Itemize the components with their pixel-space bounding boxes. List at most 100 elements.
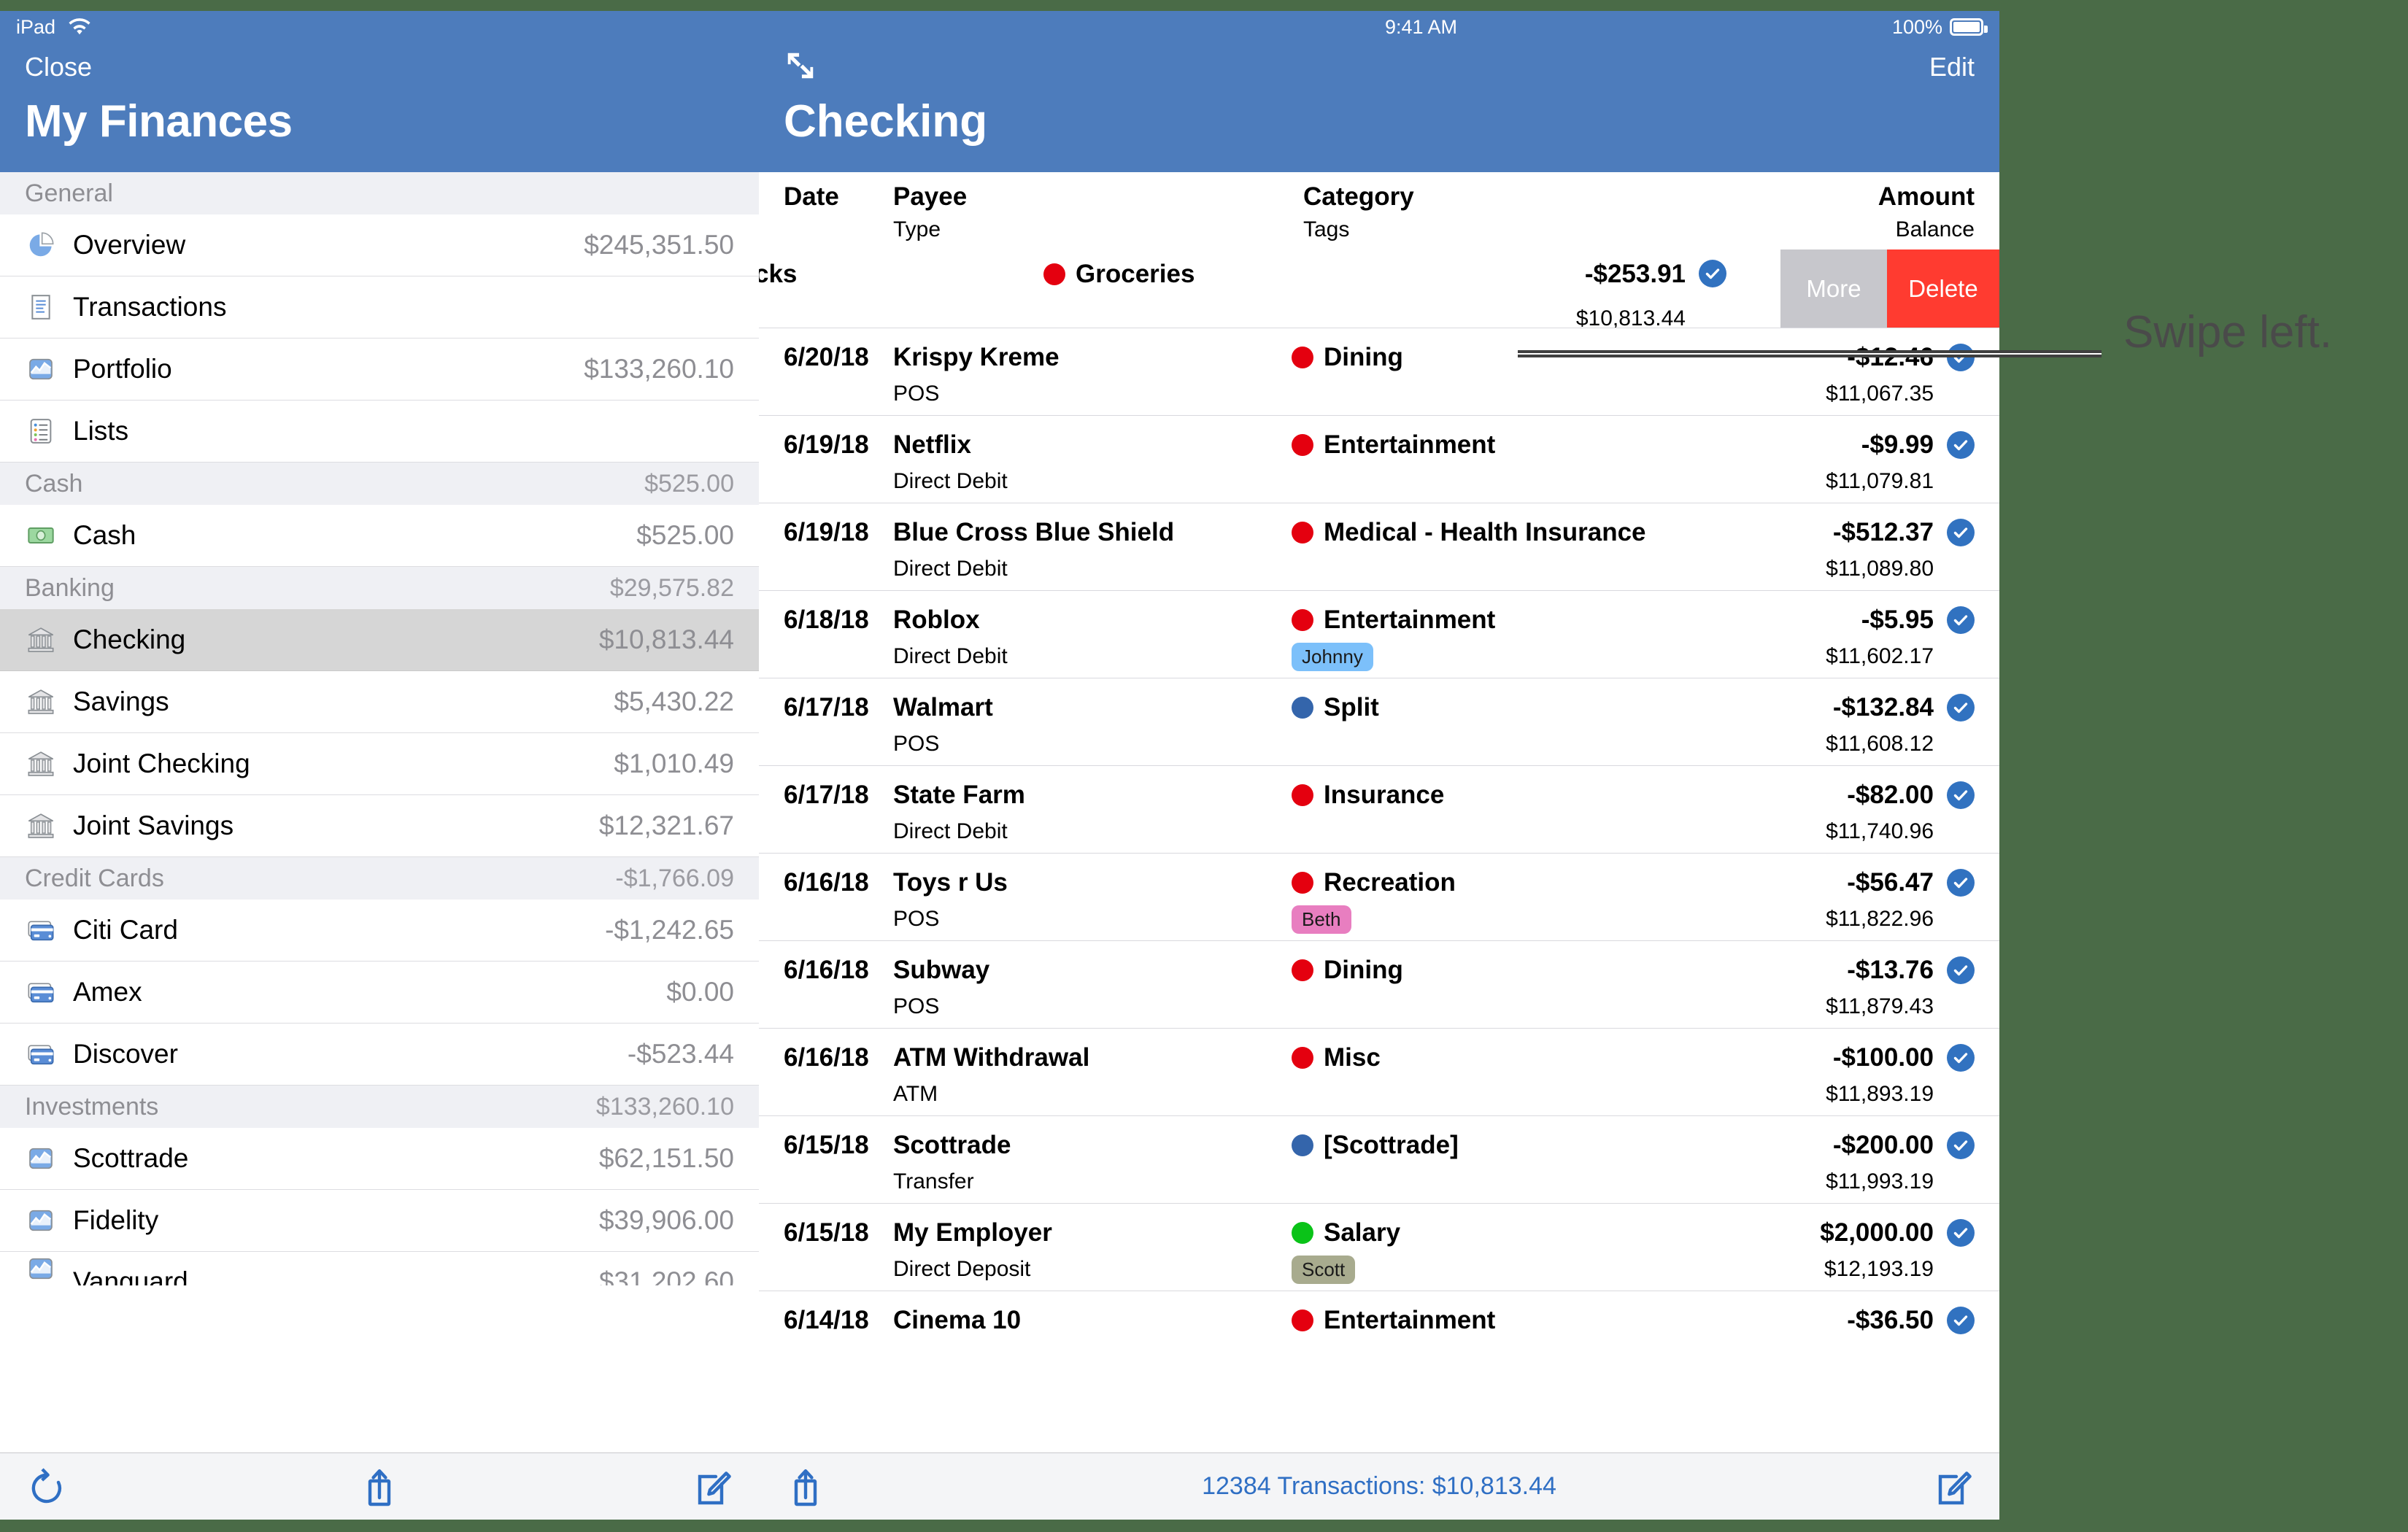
table-row[interactable]: 6/16/18 Subway Dining -$13.76 POS $11,879.43	[759, 941, 1999, 1029]
sidebar-item-joint-savings[interactable]: Joint Savings $12,321.67	[0, 795, 759, 857]
table-row[interactable]: 6/15/18 My Employer Salary $2,000.00 Direct …	[759, 1204, 1999, 1291]
transaction-primary-line: 6/15/18 My Employer Salary $2,000.00	[784, 1214, 1975, 1252]
table-row[interactable]: 6/14/18 Cinema 10 Entertainment -$36.50 POS$…	[759, 1291, 1999, 1344]
transaction-category: Recreation	[1292, 868, 1744, 897]
transaction-list[interactable]: cks Groceries -$253.91 $10,813.44 MoreDelete…	[759, 249, 1999, 1452]
sidebar-item-balance: $0.00	[666, 977, 734, 1007]
table-row[interactable]: 6/18/18 Roblox Entertainment -$5.95 Direct D…	[759, 591, 1999, 678]
cleared-check-icon[interactable]	[1947, 1219, 1975, 1247]
credit-card-icon	[25, 1038, 57, 1070]
cleared-check-icon[interactable]	[1947, 431, 1975, 459]
sidebar-item-label: Transactions	[73, 292, 227, 322]
sidebar-item-citi-card[interactable]: Citi Card -$1,242.65	[0, 900, 759, 962]
category-color-dot	[1292, 522, 1313, 543]
table-row[interactable]: 6/16/18 ATM Withdrawal Misc -$100.00 ATM $11,…	[759, 1029, 1999, 1116]
transaction-secondary-line: POS$12,193.19	[784, 1339, 1975, 1344]
sidebar-nav-row: Close	[0, 43, 759, 91]
cleared-check-icon[interactable]	[1947, 1044, 1975, 1072]
expand-arrows-icon[interactable]	[784, 49, 817, 86]
sidebar-item-amex[interactable]: Amex $0.00	[0, 962, 759, 1024]
sidebar-item-label: Joint Checking	[73, 748, 250, 778]
category-color-dot	[1292, 347, 1313, 368]
sidebar-item-discover[interactable]: Discover -$523.44	[0, 1024, 759, 1086]
transaction-category: Medical - Health Insurance	[1292, 518, 1744, 547]
transaction-type: POS	[893, 907, 940, 931]
sidebar-item-label: Fidelity	[73, 1205, 159, 1235]
share-icon[interactable]	[360, 1466, 398, 1508]
cleared-check-icon[interactable]	[1947, 869, 1975, 897]
cleared-check-icon[interactable]	[1699, 260, 1726, 287]
cleared-check-icon[interactable]	[1947, 1131, 1975, 1159]
sidebar-list[interactable]: General Overview $245,351.50 Transactions Po…	[0, 172, 759, 1452]
transaction-amount: -$5.95	[1861, 606, 1934, 634]
cleared-check-icon[interactable]	[1947, 781, 1975, 809]
swiped-transaction-row[interactable]: cks Groceries -$253.91 $10,813.44 MoreDelete	[759, 249, 1999, 328]
table-row[interactable]: 6/20/18 Krispy Kreme Dining -$12.46 POS $11,0…	[759, 328, 1999, 416]
transaction-payee: Roblox	[893, 606, 980, 634]
sidebar-item-checking[interactable]: Checking $10,813.44	[0, 609, 759, 671]
table-row[interactable]: 6/17/18 State Farm Insurance -$82.00 Direct …	[759, 766, 1999, 854]
sidebar-item-overview[interactable]: Overview $245,351.50	[0, 214, 759, 276]
sidebar-item-transactions[interactable]: Transactions	[0, 276, 759, 338]
table-row[interactable]: 6/15/18 Scottrade [Scottrade] -$200.00 Trans…	[759, 1116, 1999, 1204]
table-row[interactable]: 6/17/18 Walmart Split -$132.84 POS $11,608.12	[759, 678, 1999, 766]
table-row[interactable]: 6/16/18 Toys r Us Recreation -$56.47 POS Beth…	[759, 854, 1999, 941]
transaction-cleared	[1696, 260, 1726, 287]
transaction-category: Salary	[1292, 1218, 1744, 1247]
sidebar-group-header: Cash $525.00	[0, 463, 759, 505]
transaction-primary-line: 6/16/18 Toys r Us Recreation -$56.47	[784, 864, 1975, 902]
table-row[interactable]: 6/19/18 Netflix Entertainment -$9.99 Direct …	[759, 416, 1999, 503]
battery-indicator: 100%	[1891, 15, 1988, 39]
sidebar-item-cash[interactable]: Cash $525.00	[0, 505, 759, 567]
transaction-date: 6/19/18	[784, 430, 869, 459]
sidebar-item-fidelity[interactable]: Fidelity $39,906.00	[0, 1190, 759, 1252]
refresh-icon[interactable]	[28, 1466, 66, 1508]
battery-percent-label: 100%	[1891, 15, 1942, 38]
transaction-cleared	[1944, 1219, 1975, 1247]
sidebar-item-savings[interactable]: Savings $5,430.22	[0, 671, 759, 733]
table-row[interactable]: 6/19/18 Blue Cross Blue Shield Medical - H…	[759, 503, 1999, 591]
chart-line-icon	[25, 1142, 57, 1175]
sidebar-item-portfolio[interactable]: Portfolio $133,260.10	[0, 338, 759, 401]
sidebar-item-lists[interactable]: Lists	[0, 401, 759, 463]
transaction-tag[interactable]: Johnny	[1292, 642, 1373, 671]
transaction-tag[interactable]: Beth	[1292, 905, 1351, 934]
swiped-row-content[interactable]: cks Groceries -$253.91 $10,813.44	[759, 249, 1751, 328]
transaction-tag[interactable]: Scott	[1292, 1255, 1356, 1284]
transaction-tags: Scott	[1292, 1255, 1744, 1284]
sidebar-item-vanguard[interactable]: Vanguard $31,202.60	[0, 1252, 759, 1285]
edit-button[interactable]: Edit	[1929, 52, 1975, 82]
sidebar-item-balance: $39,906.00	[598, 1205, 734, 1235]
category-label: Salary	[1324, 1218, 1401, 1247]
cleared-check-icon[interactable]	[1947, 519, 1975, 546]
compose-icon[interactable]	[1934, 1466, 1972, 1508]
category-label: [Scottrade]	[1324, 1131, 1459, 1159]
transaction-cleared	[1944, 956, 1975, 984]
transaction-primary-line: 6/16/18 ATM Withdrawal Misc -$100.00	[784, 1039, 1975, 1077]
column-headers: Date Payee Category Amount Type Tags Bal…	[759, 172, 1999, 249]
transaction-secondary-line: POS $11,608.12	[784, 727, 1975, 762]
sidebar-item-scottrade[interactable]: Scottrade $62,151.50	[0, 1128, 759, 1190]
transaction-cleared	[1944, 1307, 1975, 1334]
column-header-date: Date	[784, 182, 839, 211]
credit-card-icon	[25, 976, 57, 1008]
delete-button[interactable]: Delete	[1887, 249, 1999, 328]
cleared-check-icon[interactable]	[1947, 694, 1975, 721]
transaction-category: [Scottrade]	[1292, 1131, 1744, 1160]
transaction-date: 6/16/18	[784, 1043, 869, 1072]
sidebar-item-joint-checking[interactable]: Joint Checking $1,010.49	[0, 733, 759, 795]
cleared-check-icon[interactable]	[1947, 956, 1975, 984]
share-icon[interactable]	[787, 1466, 825, 1508]
sidebar-group-amount: $525.00	[644, 469, 734, 498]
compose-icon[interactable]	[693, 1466, 731, 1508]
cleared-check-icon[interactable]	[1947, 344, 1975, 371]
cleared-check-icon[interactable]	[1947, 1307, 1975, 1334]
cleared-check-icon[interactable]	[1947, 606, 1975, 634]
more-button[interactable]: More	[1780, 249, 1887, 328]
pie-chart-icon	[25, 229, 57, 261]
transaction-summary-label[interactable]: 12384 Transactions: $10,813.44	[759, 1472, 1999, 1501]
transaction-secondary-line: Transfer $11,993.19	[784, 1164, 1975, 1199]
close-button[interactable]: Close	[25, 52, 92, 82]
transaction-type: POS	[893, 382, 940, 406]
sidebar-header: iPad Close My Finances	[0, 11, 759, 172]
